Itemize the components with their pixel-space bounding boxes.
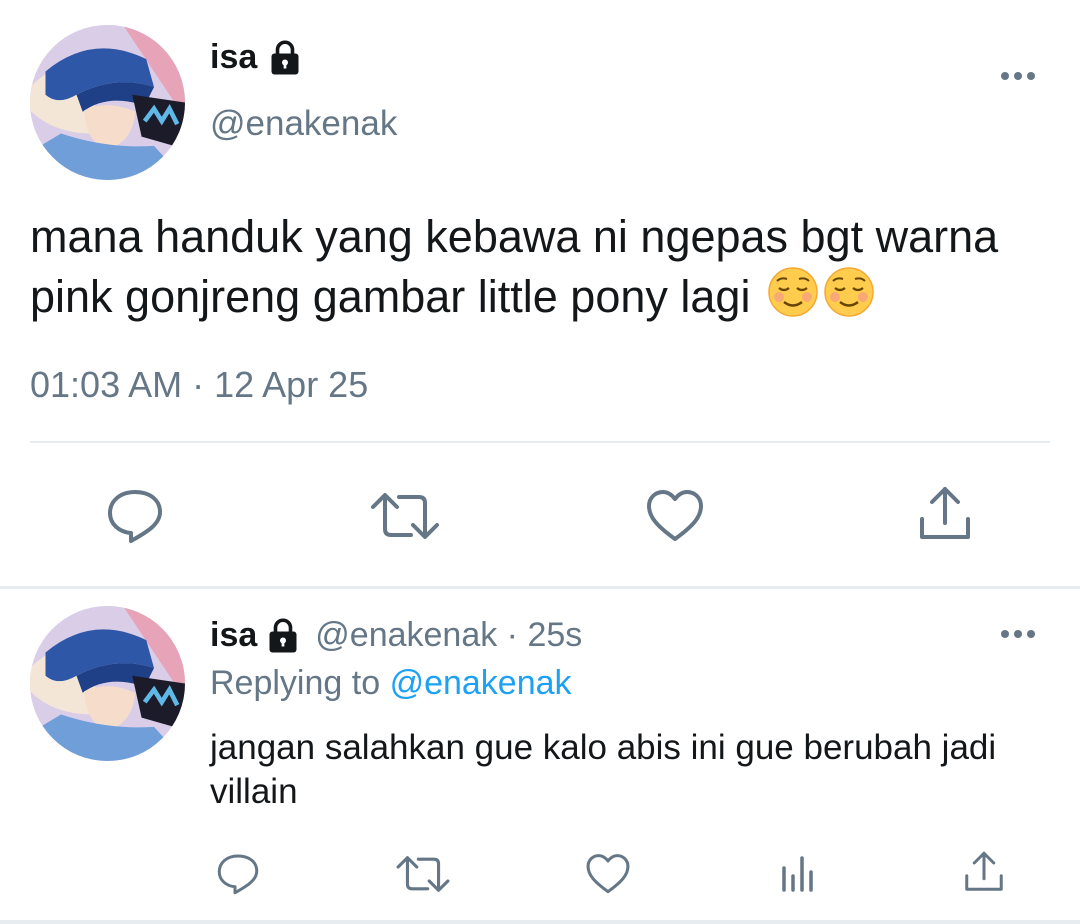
tweet-timestamp[interactable]: 01:03 AM · 12 Apr 25	[30, 364, 368, 406]
avatar-illustration	[30, 606, 185, 761]
avatar-illustration	[30, 25, 185, 180]
handle-and-time[interactable]: @enakenak · 25s	[315, 616, 582, 655]
share-icon	[965, 851, 1003, 891]
retweet-icon	[371, 493, 439, 539]
share-button[interactable]	[910, 480, 980, 548]
reply-button[interactable]	[100, 484, 170, 548]
tweet-text: mana handuk yang kebawa ni ngepas bgt wa…	[30, 208, 1070, 326]
replying-to: Replying to @enakenak	[210, 664, 572, 703]
analytics-icon	[782, 856, 813, 892]
mention-link[interactable]: @enakenak	[390, 664, 572, 702]
display-name-text: isa	[210, 38, 258, 76]
lock-icon	[271, 40, 299, 74]
heart-icon	[647, 490, 703, 541]
handle[interactable]: @enakenak	[210, 104, 397, 144]
retweet-button[interactable]	[365, 484, 445, 548]
reply-text: jangan salahkan gue kalo abis ini gue be…	[210, 728, 997, 811]
relieved-smile-emoji	[768, 267, 818, 317]
avatar[interactable]	[30, 606, 185, 761]
more-options-icon[interactable]	[1000, 70, 1036, 82]
share-button[interactable]	[956, 846, 1012, 898]
analytics-button[interactable]	[770, 850, 826, 898]
display-name[interactable]: isa	[210, 38, 303, 77]
reply-icon	[108, 490, 162, 543]
display-name[interactable]: isa	[210, 616, 257, 655]
avatar[interactable]	[30, 25, 185, 180]
heart-icon	[586, 854, 630, 894]
like-button[interactable]	[580, 850, 636, 898]
replying-to-label: Replying to	[210, 664, 381, 702]
tweet-detail-page: isa @enakenak mana handuk yang kebawa ni…	[0, 0, 1080, 924]
retweet-button[interactable]	[392, 850, 454, 898]
section-divider	[0, 586, 1080, 589]
share-icon	[920, 487, 970, 539]
more-options-icon[interactable]	[1000, 628, 1036, 640]
retweet-icon	[396, 856, 450, 892]
divider	[30, 441, 1050, 443]
section-divider	[0, 920, 1080, 924]
reply-button[interactable]	[210, 850, 266, 898]
like-button[interactable]	[640, 484, 710, 548]
relieved-smile-emoji	[824, 267, 874, 317]
reply-icon	[217, 854, 259, 895]
lock-icon	[269, 618, 297, 652]
reply-header: isa @enakenak · 25s	[210, 616, 582, 655]
